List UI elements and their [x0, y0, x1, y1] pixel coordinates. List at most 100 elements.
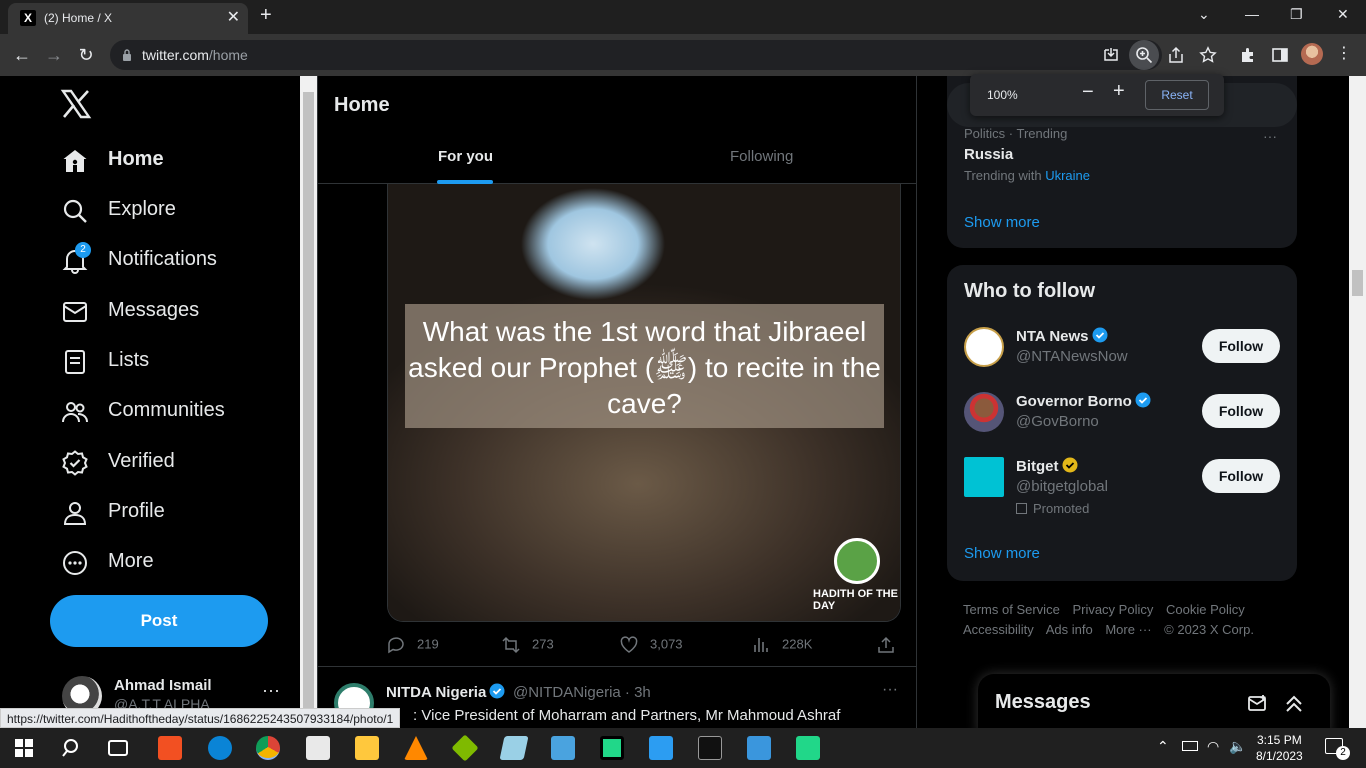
browser-tab[interactable]: X (2) Home / X ✕: [8, 3, 248, 34]
messages-drawer[interactable]: Messages: [978, 674, 1330, 734]
store-icon[interactable]: [158, 736, 182, 760]
nav-lists[interactable]: Lists: [50, 337, 280, 385]
more-dots-icon[interactable]: ···: [882, 681, 898, 699]
nav-home[interactable]: Home: [50, 136, 280, 184]
pycharm-icon[interactable]: [600, 736, 624, 760]
trend-name[interactable]: Russia: [964, 146, 1013, 163]
bookmark-star-icon[interactable]: [1199, 46, 1217, 64]
browser-toolbar: ← → ↻ twitter.com/home ⋮: [0, 34, 1366, 76]
follow-button[interactable]: Follow: [1202, 459, 1280, 493]
footer-privacy[interactable]: Privacy Policy: [1072, 602, 1153, 617]
wifi-icon[interactable]: ◠: [1207, 738, 1219, 755]
tab-following[interactable]: Following: [730, 148, 793, 165]
footer-cookie[interactable]: Cookie Policy: [1166, 602, 1245, 617]
timeline-header: Home For you Following: [318, 76, 916, 184]
show-more-link[interactable]: Show more: [964, 214, 1040, 231]
post-button[interactable]: Post: [50, 595, 268, 647]
back-button[interactable]: ←: [11, 44, 33, 66]
follow-suggestion[interactable]: Governor Borno @GovBorno Follow: [964, 392, 1284, 448]
address-bar[interactable]: twitter.com/home: [110, 40, 1162, 70]
tab-for-you[interactable]: For you: [438, 148, 493, 165]
document-app-icon[interactable]: [306, 736, 330, 760]
zoom-percentage: 100%: [987, 88, 1018, 102]
tweet-author-name[interactable]: NITDA Nigeria: [386, 683, 505, 701]
close-tab-icon[interactable]: ✕: [227, 7, 240, 27]
more-dots-icon[interactable]: ···: [262, 680, 280, 701]
restore-button[interactable]: ❐: [1290, 6, 1303, 23]
more-dots-icon[interactable]: ···: [1263, 128, 1277, 144]
close-window-button[interactable]: ✕: [1337, 6, 1349, 23]
app-glass-icon[interactable]: [499, 736, 529, 760]
follow-suggestion[interactable]: NTA News @NTANewsNow Follow: [964, 327, 1284, 383]
retweet-button[interactable]: 273: [502, 636, 554, 654]
file-explorer-icon[interactable]: [355, 736, 379, 760]
photos-icon[interactable]: [747, 736, 771, 760]
trending-with-link[interactable]: Ukraine: [1045, 168, 1090, 183]
follow-button[interactable]: Follow: [1202, 394, 1280, 428]
views-button[interactable]: 228K: [752, 636, 812, 654]
page-scrollbar[interactable]: [1349, 76, 1366, 728]
zoom-indicator-button[interactable]: [1129, 40, 1159, 70]
forward-button[interactable]: →: [43, 44, 65, 66]
main-timeline: Home For you Following What was the 1st …: [317, 76, 917, 728]
reload-button[interactable]: ↻: [75, 44, 97, 66]
share-button[interactable]: [877, 636, 907, 654]
profile-avatar[interactable]: [1301, 43, 1323, 65]
edge-icon[interactable]: [208, 736, 232, 760]
follow-button[interactable]: Follow: [1202, 329, 1280, 363]
footer-more[interactable]: More ···: [1105, 622, 1151, 637]
battery-icon[interactable]: [1182, 741, 1198, 751]
nav-messages[interactable]: Messages: [50, 287, 280, 335]
app-diamond-icon[interactable]: [451, 734, 479, 762]
avatar[interactable]: [964, 392, 1004, 432]
extensions-icon[interactable]: [1239, 46, 1257, 64]
follow-suggestion[interactable]: Bitget @bitgetglobal Promoted Follow: [964, 457, 1284, 516]
avatar[interactable]: [964, 327, 1004, 367]
like-button[interactable]: 3,073: [620, 636, 683, 654]
nav-more[interactable]: More: [50, 538, 280, 586]
nav-notifications[interactable]: 2 Notifications: [50, 236, 280, 284]
nav-label: More: [108, 550, 154, 572]
footer-terms[interactable]: Terms of Service: [963, 602, 1060, 617]
windows-start-icon[interactable]: [15, 739, 33, 757]
footer-accessibility[interactable]: Accessibility: [963, 622, 1034, 637]
system-clock[interactable]: 3:15 PM 8/1/2023: [1256, 732, 1303, 764]
terminal-icon[interactable]: [698, 736, 722, 760]
new-tab-button[interactable]: +: [260, 4, 272, 27]
chrome-icon[interactable]: [256, 736, 280, 760]
nav-verified[interactable]: Verified: [50, 438, 280, 486]
nav-communities[interactable]: Communities: [50, 387, 280, 435]
minimize-button[interactable]: —: [1245, 6, 1259, 22]
tab-search-icon[interactable]: ⌄: [1198, 6, 1210, 23]
vscode-icon[interactable]: [649, 736, 673, 760]
share-icon[interactable]: [1167, 46, 1185, 64]
expand-chevron-icon[interactable]: [1284, 694, 1304, 714]
scrollbar-thumb[interactable]: [1352, 270, 1363, 296]
task-view-icon[interactable]: [108, 740, 128, 756]
tweet[interactable]: NITDA Nigeria @NITDANigeria · 3h ··· : V…: [318, 666, 916, 728]
zoom-out-button[interactable]: −: [1082, 81, 1094, 104]
zoom-in-button[interactable]: +: [1113, 80, 1125, 103]
scrollbar-thumb[interactable]: [303, 92, 314, 712]
control-panel-icon[interactable]: [551, 736, 575, 760]
show-more-link[interactable]: Show more: [964, 545, 1040, 562]
nav-explore[interactable]: Explore: [50, 186, 280, 234]
side-panel-icon[interactable]: [1271, 46, 1289, 64]
zoom-reset-button[interactable]: Reset: [1145, 80, 1209, 110]
new-message-icon[interactable]: [1248, 694, 1268, 714]
tray-chevron-icon[interactable]: ⌃: [1157, 738, 1169, 755]
browser-menu-icon[interactable]: ⋮: [1336, 43, 1352, 63]
tweet-image[interactable]: What was the 1st word that Jibraeel aske…: [387, 184, 901, 622]
account-name: Ahmad Ismail: [114, 677, 212, 694]
install-icon[interactable]: [1102, 46, 1120, 64]
jetbrains-app-icon[interactable]: [796, 736, 820, 760]
x-logo-icon[interactable]: [60, 88, 92, 120]
avatar[interactable]: [964, 457, 1004, 497]
reply-button[interactable]: 219: [387, 636, 439, 654]
volume-icon[interactable]: 🔈: [1229, 738, 1246, 755]
nav-profile[interactable]: Profile: [50, 488, 280, 536]
sidebar-scrollbar[interactable]: [300, 76, 317, 728]
taskbar-search-icon[interactable]: [62, 738, 82, 758]
vlc-icon[interactable]: [404, 736, 428, 760]
footer-ads-info[interactable]: Ads info: [1046, 622, 1093, 637]
